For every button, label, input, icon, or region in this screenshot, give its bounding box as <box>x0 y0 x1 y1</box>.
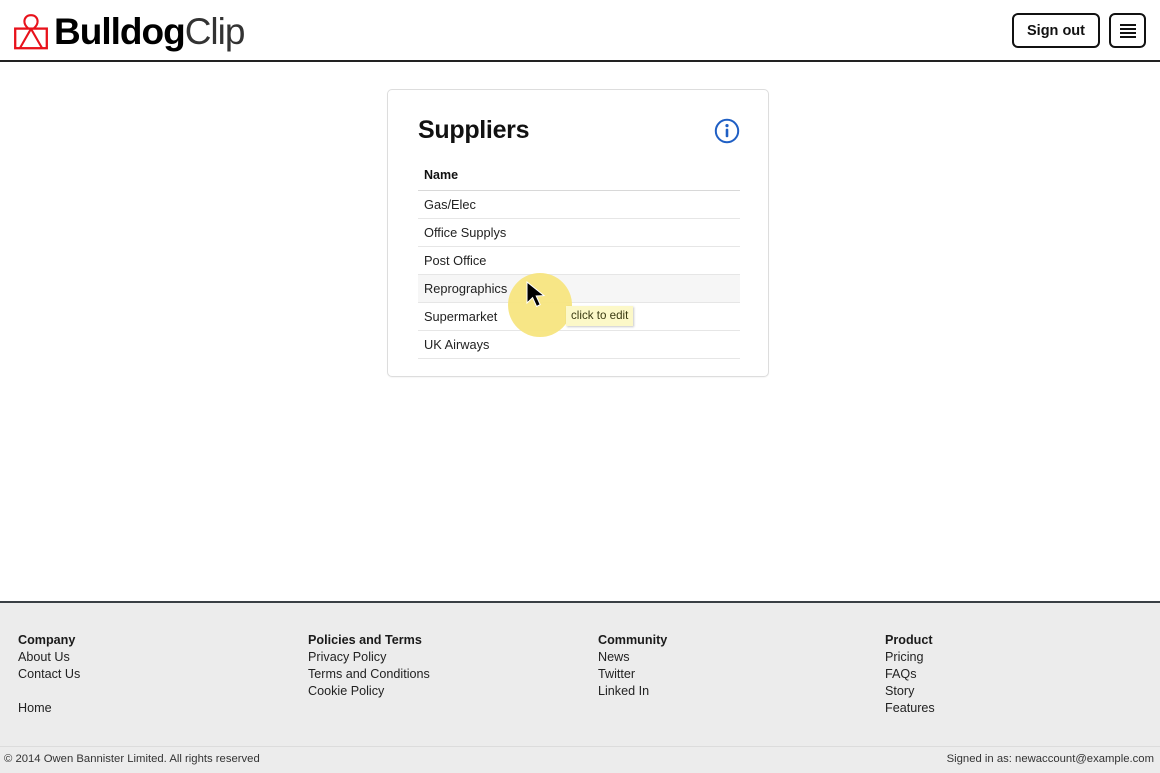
footer-link[interactable]: About Us <box>18 649 295 666</box>
page-root: BulldogClip Sign out Suppliers Name Gas/… <box>0 0 1160 773</box>
logo-text-light: Clip <box>184 11 246 52</box>
footer-bottom-bar: © 2014 Owen Bannister Limited. All right… <box>0 746 1160 773</box>
footer-link[interactable]: Twitter <box>598 666 883 683</box>
footer-link[interactable]: Pricing <box>885 649 1160 666</box>
table-row[interactable]: Gas/Elec <box>418 191 740 219</box>
footer-link[interactable]: Features <box>885 700 1160 717</box>
footer-column-community: Community News Twitter Linked In <box>590 603 883 746</box>
footer-columns: Company About Us Contact Us Home Policie… <box>0 603 1160 746</box>
site-footer: Company About Us Contact Us Home Policie… <box>0 601 1160 773</box>
mouse-cursor-icon <box>526 281 546 308</box>
footer-link-home[interactable]: Home <box>18 700 295 717</box>
footer-link[interactable]: Contact Us <box>18 666 295 683</box>
footer-link[interactable]: Cookie Policy <box>308 683 590 700</box>
footer-link[interactable]: Story <box>885 683 1160 700</box>
footer-column-title: Product <box>885 633 933 647</box>
click-to-edit-tooltip: click to edit <box>566 306 634 326</box>
table-row[interactable]: Reprographics <box>418 275 740 303</box>
sign-out-button[interactable]: Sign out <box>1012 13 1100 48</box>
footer-column-title: Policies and Terms <box>308 633 422 647</box>
suppliers-table: Name Gas/Elec Office Supplys Post Office… <box>418 168 740 359</box>
bulldog-clip-icon <box>14 14 48 50</box>
table-column-header-name: Name <box>418 168 740 191</box>
logo-wordmark: BulldogClip <box>54 11 246 52</box>
copyright-text: © 2014 Owen Bannister Limited. All right… <box>4 753 260 765</box>
hamburger-icon <box>1119 23 1136 38</box>
site-logo[interactable]: BulldogClip <box>12 9 246 55</box>
logo-text-bold: Bulldog <box>54 11 186 52</box>
footer-link[interactable]: Privacy Policy <box>308 649 590 666</box>
footer-link[interactable]: FAQs <box>885 666 1160 683</box>
card-header: Suppliers <box>418 116 740 144</box>
footer-column-title: Community <box>598 633 668 647</box>
info-circle-icon[interactable] <box>714 118 740 144</box>
footer-link[interactable]: Terms and Conditions <box>308 666 590 683</box>
footer-column-policies: Policies and Terms Privacy Policy Terms … <box>295 603 590 746</box>
suppliers-card: Suppliers Name Gas/Elec Office Supplys P… <box>387 89 769 377</box>
table-row[interactable]: Post Office <box>418 247 740 275</box>
menu-button[interactable] <box>1109 13 1146 48</box>
footer-column-product: Product Pricing FAQs Story Features <box>883 603 1160 746</box>
site-header: BulldogClip Sign out <box>0 0 1160 62</box>
signed-in-status: Signed in as: newaccount@example.com <box>946 753 1154 765</box>
footer-column-title: Company <box>18 633 76 647</box>
table-row[interactable]: UK Airways <box>418 331 740 359</box>
table-row[interactable]: Office Supplys <box>418 219 740 247</box>
header-actions: Sign out <box>1012 13 1146 48</box>
footer-column-company: Company About Us Contact Us Home <box>0 603 295 746</box>
page-title: Suppliers <box>418 116 530 144</box>
footer-link[interactable]: News <box>598 649 883 666</box>
footer-link[interactable]: Linked In <box>598 683 883 700</box>
